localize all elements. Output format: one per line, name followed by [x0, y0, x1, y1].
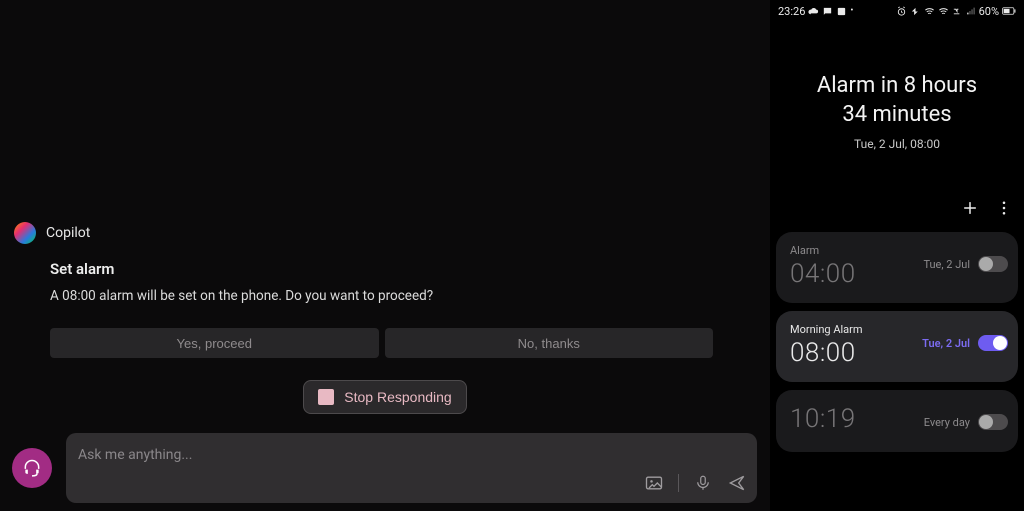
- microphone-icon: [694, 474, 712, 492]
- cloud-icon: [808, 6, 819, 17]
- status-bar: 23:26 • 60%: [770, 2, 1024, 20]
- hero-line2: 34 minutes: [842, 102, 951, 127]
- alarm-toggle[interactable]: [978, 335, 1008, 351]
- yes-proceed-button[interactable]: Yes, proceed: [50, 328, 379, 358]
- microphone-button[interactable]: [693, 473, 713, 493]
- hero-sub: Tue, 2 Jul, 08:00: [770, 137, 1024, 151]
- alarm-hero: Alarm in 8 hours 34 minutes Tue, 2 Jul, …: [770, 72, 1024, 151]
- alarm-toggle[interactable]: [978, 414, 1008, 430]
- alarm-day: Tue, 2 Jul: [922, 337, 970, 350]
- alarm-label: Alarm: [790, 244, 1004, 257]
- stop-responding-button[interactable]: Stop Responding: [303, 380, 466, 414]
- alarm-card[interactable]: Morning Alarm 08:00 Tue, 2 Jul: [776, 311, 1018, 382]
- send-icon: [727, 473, 747, 493]
- gallery-icon: [836, 6, 847, 17]
- wifi2-icon: [938, 6, 949, 17]
- more-vert-icon: [995, 199, 1013, 217]
- set-alarm-card: Set alarm A 08:00 alarm will be set on t…: [50, 260, 713, 358]
- input-placeholder: Ask me anything...: [78, 447, 192, 463]
- signal-icon: [966, 6, 976, 16]
- vibrate-icon: [910, 6, 921, 17]
- copilot-pane: Copilot Set alarm A 08:00 alarm will be …: [0, 0, 770, 511]
- add-alarm-button[interactable]: [960, 198, 980, 218]
- card-title: Set alarm: [50, 260, 713, 278]
- hero-line1: Alarm in 8 hours: [817, 73, 977, 98]
- alarm-list: Alarm 04:00 Tue, 2 Jul Morning Alarm 08:…: [776, 232, 1018, 452]
- volte-icon: [952, 6, 963, 17]
- chat-input[interactable]: Ask me anything...: [66, 433, 757, 503]
- copilot-label: Copilot: [46, 225, 90, 241]
- alarm-status-icon: [896, 6, 907, 17]
- alarm-time: 08:00: [790, 338, 1004, 368]
- divider: [678, 474, 679, 492]
- image-icon: [644, 473, 664, 493]
- card-text: A 08:00 alarm will be set on the phone. …: [50, 288, 713, 304]
- headset-icon: [22, 458, 42, 478]
- alarm-label: Morning Alarm: [790, 323, 1004, 336]
- send-button[interactable]: [727, 473, 747, 493]
- wifi-icon: [924, 6, 935, 17]
- no-thanks-button[interactable]: No, thanks: [385, 328, 714, 358]
- chat-icon: [822, 6, 833, 17]
- alarm-day: Tue, 2 Jul: [923, 258, 970, 271]
- alarm-day: Every day: [924, 416, 970, 429]
- alarm-time: 04:00: [790, 259, 1004, 289]
- alarm-time: 10:19: [790, 404, 1004, 434]
- stop-icon: [318, 389, 334, 405]
- alarm-toggle[interactable]: [978, 256, 1008, 272]
- status-time: 23:26: [778, 5, 805, 18]
- battery-icon: [1002, 6, 1016, 16]
- status-dot: •: [850, 6, 853, 16]
- more-menu-button[interactable]: [994, 198, 1014, 218]
- copilot-logo-icon: [14, 222, 36, 244]
- copilot-header: Copilot: [14, 222, 90, 244]
- battery-text: 60%: [979, 5, 999, 18]
- headset-button[interactable]: [12, 448, 52, 488]
- alarm-card[interactable]: 10:19 Every day: [776, 390, 1018, 452]
- alarm-card[interactable]: Alarm 04:00 Tue, 2 Jul: [776, 232, 1018, 303]
- plus-icon: [960, 198, 980, 218]
- phone-pane: 23:26 • 60% Alarm in 8 hours 34 minutes: [770, 0, 1024, 511]
- stop-label: Stop Responding: [344, 389, 451, 405]
- image-attach-button[interactable]: [644, 473, 664, 493]
